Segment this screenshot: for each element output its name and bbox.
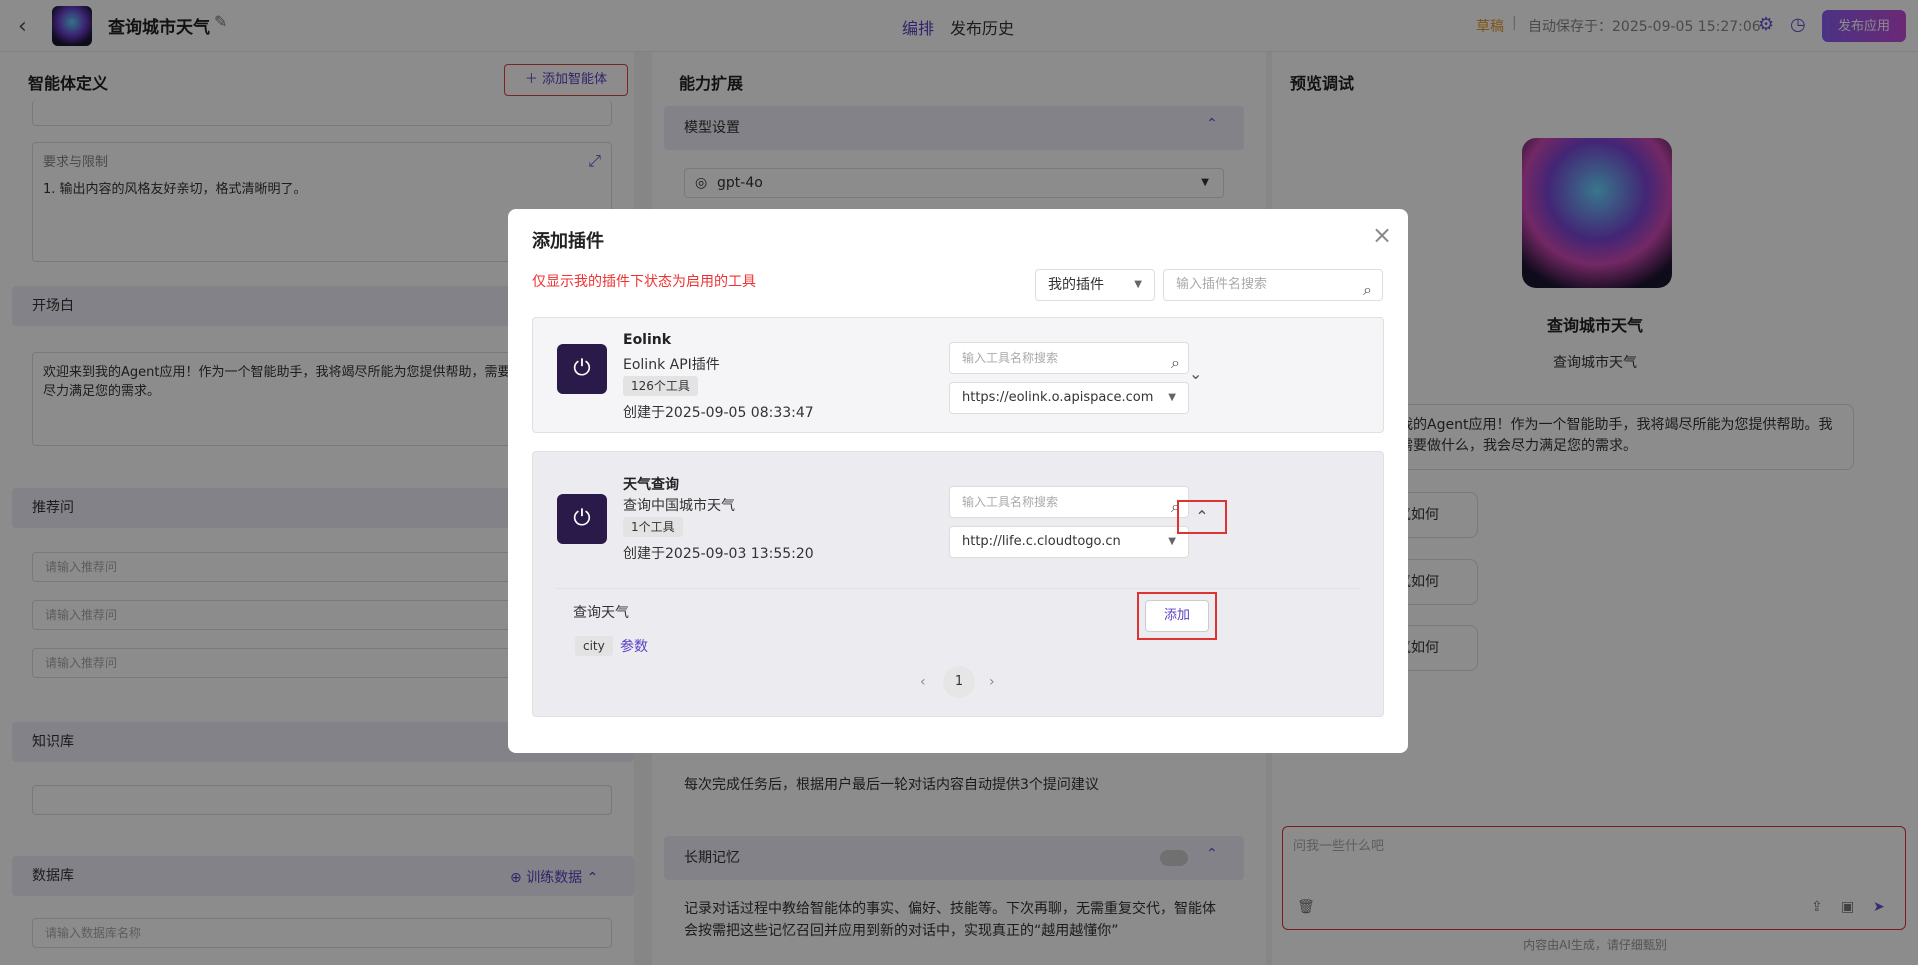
plugin-card-weather: ⏻ 天气查询 查询中国城市天气 1个工具 创建于2025-09-03 13:55… [532, 451, 1384, 717]
add-highlight: 添加 [1137, 592, 1217, 640]
tool-count-badge: 126个工具 [623, 376, 698, 396]
close-icon[interactable]: × [1372, 221, 1392, 249]
modal-note: 仅显示我的插件下状态为启用的工具 [532, 274, 756, 290]
tool-name: 查询天气 [573, 605, 629, 621]
add-tool-button[interactable]: 添加 [1145, 600, 1209, 632]
plugin-desc: Eolink API插件 [623, 357, 720, 373]
param-tag: city [575, 636, 613, 656]
plugin-icon: ⏻ [557, 494, 607, 544]
plugin-created: 创建于2025-09-03 13:55:20 [623, 546, 814, 562]
plugin-filter-value: 我的插件 [1048, 277, 1104, 293]
param-link[interactable]: 参数 [620, 636, 648, 656]
caret-down-icon: ▼ [1168, 536, 1176, 547]
tool-search-placeholder: 输入工具名称搜索 [962, 351, 1059, 365]
chevron-right-icon[interactable]: › [989, 674, 995, 690]
plugin-name: Eolink [623, 332, 672, 348]
url-value: http://life.c.cloudtogo.cn [962, 534, 1121, 549]
url-select[interactable]: http://life.c.cloudtogo.cn ▼ [949, 526, 1189, 558]
plugin-desc: 查询中国城市天气 [623, 498, 735, 514]
plugin-created: 创建于2025-09-05 08:33:47 [623, 405, 814, 421]
caret-down-icon: ▼ [1168, 392, 1176, 403]
tool-search-input[interactable]: 输入工具名称搜索 ⌕ [949, 486, 1189, 518]
plugin-name: 天气查询 [623, 477, 679, 493]
caret-down-icon: ▼ [1134, 279, 1142, 290]
tool-search-input[interactable]: 输入工具名称搜索 ⌕ [949, 342, 1189, 374]
tool-divider [557, 588, 1361, 589]
plugin-card-eolink: ⏻ Eolink Eolink API插件 126个工具 创建于2025-09-… [532, 317, 1384, 433]
modal-title: 添加插件 [532, 231, 604, 252]
page-1[interactable]: 1 [943, 666, 975, 698]
plugin-search-placeholder: 输入插件名搜索 [1176, 277, 1268, 292]
plugin-filter-select[interactable]: 我的插件 ▼ [1035, 269, 1155, 301]
url-value: https://eolink.o.apispace.com [962, 390, 1154, 405]
search-icon[interactable]: ⌕ [1171, 348, 1180, 378]
plugin-search-input[interactable]: 输入插件名搜索 ⌕ [1163, 269, 1383, 301]
search-icon[interactable]: ⌕ [1363, 275, 1372, 305]
add-plugin-modal: 添加插件 × 仅显示我的插件下状态为启用的工具 我的插件 ▼ 输入插件名搜索 ⌕… [508, 209, 1408, 753]
chevron-left-icon[interactable]: ‹ [920, 674, 926, 690]
tool-search-placeholder: 输入工具名称搜索 [962, 495, 1059, 509]
url-select[interactable]: https://eolink.o.apispace.com ▼ [949, 382, 1189, 414]
tool-count-badge: 1个工具 [623, 517, 683, 537]
chevron-down-icon[interactable]: ⌄ [1189, 364, 1202, 383]
chevron-up-icon[interactable]: ⌃ [1177, 500, 1227, 534]
plugin-icon: ⏻ [557, 344, 607, 394]
